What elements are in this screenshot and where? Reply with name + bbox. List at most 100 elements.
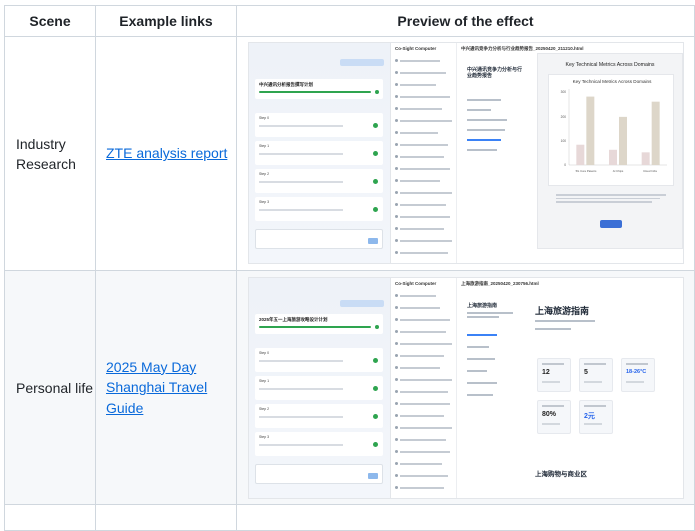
step-label: Step 3 — [259, 435, 270, 439]
step-card: Step 3 — [255, 432, 383, 456]
check-icon — [373, 358, 378, 363]
bars-group — [576, 96, 660, 165]
chart-card: Key Technical Metrics Across Domains Key… — [537, 53, 683, 249]
file-item — [395, 402, 453, 405]
stat-card: 5 — [579, 358, 613, 392]
step-label: Step 2 — [259, 407, 270, 411]
check-icon — [373, 151, 378, 156]
file-item — [395, 203, 453, 206]
nav-item-active — [467, 139, 501, 141]
doc-title: 上海旅游指南 — [467, 303, 498, 309]
stat-value: 80% — [542, 411, 557, 418]
file-item — [395, 486, 453, 489]
stat-card: 2元 — [579, 400, 613, 434]
user-message-bubble — [340, 300, 384, 307]
file-item — [395, 378, 453, 381]
preview-screenshot[interactable]: 中兴通讯分析报告撰写计划 Step 0 Step 1 Step 2 Step 3… — [248, 42, 684, 264]
step-text — [259, 444, 343, 446]
file-item — [395, 107, 453, 110]
file-item — [395, 366, 453, 369]
file-item — [395, 131, 453, 134]
document-preview-pane: 中兴通讯竞争力分析与行业趋势报告_20250420_211210.html 中兴… — [457, 43, 683, 263]
scenario-table: Scene Example links Preview of the effec… — [4, 5, 695, 531]
file-item — [395, 155, 453, 158]
task-title: 中兴通讯分析报告撰写计划 — [259, 82, 313, 87]
file-item — [395, 95, 453, 98]
file-item — [395, 119, 453, 122]
file-item — [395, 438, 453, 441]
step-card: Step 1 — [255, 141, 383, 165]
link-cell — [95, 504, 237, 531]
nav-item-active — [467, 334, 497, 336]
file-item — [395, 474, 453, 477]
file-item — [395, 354, 453, 357]
chat-input — [255, 229, 383, 249]
progress-bar — [259, 326, 371, 328]
stat-card: 12 — [537, 358, 571, 392]
file-item — [395, 179, 453, 182]
file-item — [395, 143, 453, 146]
nav-item — [467, 358, 495, 360]
x-tick-label: 5G Core Patents — [576, 169, 597, 173]
zte-report-link[interactable]: ZTE analysis report — [106, 143, 236, 164]
scene-label: Personal life — [16, 379, 94, 396]
scene-cell — [4, 504, 96, 531]
stat-value: 5 — [584, 369, 588, 376]
nav-item — [467, 316, 499, 318]
chart-description — [556, 194, 666, 206]
step-text — [259, 360, 343, 362]
chart-action-button — [600, 220, 622, 228]
header-example-links: Example links — [95, 5, 237, 37]
nav-item — [467, 312, 513, 314]
bar — [586, 96, 595, 165]
nav-item — [467, 149, 497, 151]
document-preview-pane: 上海旅游指南_20250420_230756.html 上海旅游指南 上海旅游指… — [457, 278, 683, 498]
check-icon — [373, 442, 378, 447]
chart-card-title: Key Technical Metrics Across Domains — [565, 62, 655, 68]
computer-panel-title: Co-Sight Computer — [395, 46, 437, 51]
bar — [619, 116, 627, 165]
shanghai-guide-link[interactable]: 2025 May Day Shanghai Travel Guide — [106, 357, 236, 419]
nav-item — [467, 382, 497, 384]
file-item — [395, 342, 453, 345]
check-icon — [373, 207, 378, 212]
x-tick-label: AI Chips — [613, 169, 624, 173]
header-scene: Scene — [4, 5, 96, 37]
header-preview: Preview of the effect — [236, 5, 695, 37]
step-text — [259, 153, 343, 155]
file-item — [395, 318, 453, 321]
preview-cell: 2025年五一上海旅游攻略设计计划 Step 0 Step 1 Step 2 S… — [236, 270, 695, 505]
send-button — [368, 238, 378, 244]
y-tick-label: 200 — [561, 115, 567, 119]
file-item — [395, 191, 453, 194]
task-title: 2025年五一上海旅游攻略设计计划 — [259, 317, 328, 322]
link-cell: 2025 May Day Shanghai Travel Guide — [95, 270, 237, 505]
subtitle-line — [535, 328, 571, 330]
nav-item — [467, 119, 507, 121]
step-label: Step 2 — [259, 172, 270, 176]
bar — [641, 152, 650, 165]
check-icon — [373, 414, 378, 419]
bar-chart: Key Technical Metrics Across Domains 300… — [548, 74, 674, 186]
chat-pane: 中兴通讯分析报告撰写计划 Step 0 Step 1 Step 2 Step 3 — [249, 43, 391, 263]
step-card: Step 3 — [255, 197, 383, 221]
file-item — [395, 330, 453, 333]
chart-title: Key Technical Metrics Across Domains — [573, 79, 653, 84]
step-label: Step 3 — [259, 200, 270, 204]
send-button — [368, 473, 378, 479]
preview-screenshot[interactable]: 2025年五一上海旅游攻略设计计划 Step 0 Step 1 Step 2 S… — [248, 277, 684, 499]
preview-cell: 中兴通讯分析报告撰写计划 Step 0 Step 1 Step 2 Step 3… — [236, 36, 695, 271]
computer-panel-title: Co-Sight Computer — [395, 281, 437, 286]
step-card: Step 2 — [255, 404, 383, 428]
link-cell: ZTE analysis report — [95, 36, 237, 271]
file-item — [395, 251, 453, 254]
bar-chart-svg: Key Technical Metrics Across Domains 300… — [561, 79, 667, 173]
stat-value: 12 — [542, 369, 550, 376]
table-row: Industry Research ZTE analysis report 中兴… — [4, 36, 695, 271]
nav-item — [467, 346, 489, 348]
check-icon — [373, 179, 378, 184]
table-row — [4, 504, 695, 531]
file-item — [395, 167, 453, 170]
step-text — [259, 416, 343, 418]
file-item — [395, 414, 453, 417]
